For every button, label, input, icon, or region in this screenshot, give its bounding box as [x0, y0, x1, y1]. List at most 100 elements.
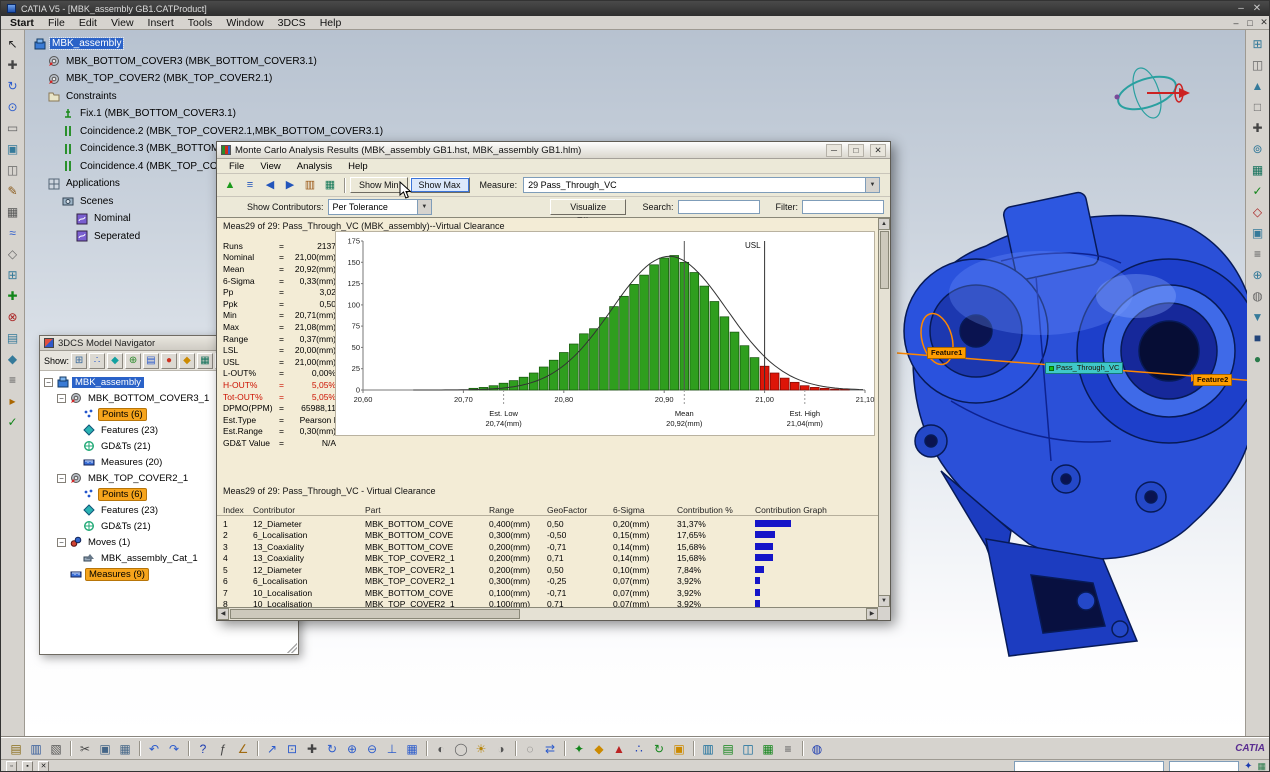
collapse-icon[interactable]: − [57, 474, 66, 483]
dialog-titlebar[interactable]: Monte Carlo Analysis Results (MBK_assemb… [217, 142, 890, 159]
open-folder-icon[interactable]: ▤ [7, 740, 25, 757]
chevron-down-icon[interactable]: ▼ [417, 200, 431, 214]
dcs-point-icon[interactable]: ∴ [630, 740, 648, 757]
table-row[interactable]: 112_DiameterMBK_BOTTOM_COVE0,400(mm)0,50… [217, 518, 878, 530]
menu-window[interactable]: Window [219, 17, 270, 29]
dialog-menu-file[interactable]: File [221, 161, 252, 172]
dcs-logic-icon[interactable]: ▣ [670, 740, 688, 757]
column-header[interactable]: GeoFactor [547, 505, 613, 515]
dcs-move-icon[interactable]: ✦ [570, 740, 588, 757]
sketch-icon[interactable]: ▣ [3, 138, 23, 159]
layers-icon[interactable]: ≡ [1248, 243, 1268, 264]
scroll-left-icon[interactable]: ◀ [217, 608, 229, 620]
table-row[interactable]: 313_CoaxialityMBK_BOTTOM_COVE0,200(mm)-0… [217, 541, 878, 553]
tree-item[interactable]: Fix.1 (MBK_BOTTOM_COVER3.1) [27, 105, 385, 123]
menu-edit[interactable]: Edit [72, 17, 104, 29]
dialog-menu-view[interactable]: View [252, 161, 288, 172]
collapse-icon[interactable]: − [44, 378, 53, 387]
dcs-options-icon[interactable]: ≡ [779, 740, 797, 757]
document-restore-button[interactable]: □ [1243, 18, 1257, 28]
expand-icon[interactable]: ⊕ [1248, 264, 1268, 285]
down-icon[interactable]: ▼ [1248, 306, 1268, 327]
scrollbar-thumb[interactable] [230, 609, 520, 619]
column-header[interactable]: Index [223, 505, 253, 515]
show-tolerances-icon[interactable]: ◆ [179, 353, 195, 369]
tree-item[interactable]: MBK_assembly [27, 35, 385, 53]
document-close-button[interactable]: ✕ [1257, 17, 1270, 28]
prev-measure-icon[interactable]: ◀ [261, 176, 279, 194]
cut-icon[interactable]: ✂ [76, 740, 94, 757]
column-header[interactable]: Contribution % [677, 505, 755, 515]
surface-icon[interactable]: ≈ [3, 222, 23, 243]
scroll-down-icon[interactable]: ▼ [878, 595, 890, 607]
column-header[interactable]: 6-Sigma [613, 505, 677, 515]
measure-list-icon[interactable]: ▤ [3, 327, 23, 348]
menu-help[interactable]: Help [313, 17, 349, 29]
column-header[interactable]: Range [489, 505, 547, 515]
angle-measure-icon[interactable]: ∠ [234, 740, 252, 757]
collapse-icon[interactable]: − [57, 394, 66, 403]
scroll-up-icon[interactable]: ▲ [878, 218, 890, 230]
tree-item[interactable]: MBK_TOP_COVER2 (MBK_TOP_COVER2.1) [27, 70, 385, 88]
select-icon[interactable]: ↖ [3, 33, 23, 54]
redo-icon[interactable]: ↷ [165, 740, 183, 757]
zoom-icon[interactable]: ⊙ [3, 96, 23, 117]
dialog-menu-help[interactable]: Help [340, 161, 376, 172]
child-restore-button[interactable]: ▫ [6, 761, 17, 772]
search-input[interactable] [678, 200, 760, 214]
depth-effect-icon[interactable]: ◑ [492, 740, 510, 757]
show-all-icon[interactable]: ⊞ [71, 353, 87, 369]
list-icon[interactable]: ≡ [3, 369, 23, 390]
show-views-icon[interactable]: ▦ [197, 353, 213, 369]
dialog-close-button[interactable]: ✕ [870, 144, 886, 157]
move-icon[interactable]: ✚ [1248, 117, 1268, 138]
menu-start[interactable]: Start [3, 17, 41, 29]
undo-icon[interactable]: ↶ [145, 740, 163, 757]
check-icon[interactable]: ✓ [1248, 180, 1268, 201]
shaded-view-icon[interactable]: ◐ [432, 740, 450, 757]
filter-input[interactable] [802, 200, 884, 214]
grid-icon[interactable]: ▦ [3, 201, 23, 222]
dcs-tolerance-icon[interactable]: ◆ [590, 740, 608, 757]
annotate-icon[interactable]: ✎ [3, 180, 23, 201]
up-assembly-icon[interactable]: ▲ [1248, 75, 1268, 96]
child-minimize-button[interactable]: ▪ [22, 761, 33, 772]
pan-icon[interactable]: ✚ [3, 54, 23, 75]
prompt-input[interactable] [1014, 761, 1164, 772]
rotate-icon[interactable]: ↻ [3, 75, 23, 96]
show-features-icon[interactable]: ◆ [107, 353, 123, 369]
command-icon[interactable]: ✦ [1244, 761, 1252, 772]
resize-grip[interactable] [287, 643, 297, 653]
rotate-view-icon[interactable]: ↻ [323, 740, 341, 757]
show-min-button[interactable]: Show Min [350, 177, 408, 193]
table-row[interactable]: 810_LocalisationMBK_TOP_COVER2_10,100(mm… [217, 599, 878, 608]
dialog-menu-analysis[interactable]: Analysis [289, 161, 340, 172]
next-measure-icon[interactable]: ▶ [281, 176, 299, 194]
help-icon[interactable]: ? [194, 740, 212, 757]
show-gdts-icon[interactable]: ⊕ [125, 353, 141, 369]
table-row[interactable]: 66_LocalisationMBK_TOP_COVER2_10,300(mm)… [217, 576, 878, 588]
sphere-icon[interactable]: ◍ [1248, 285, 1268, 306]
point-icon[interactable]: ● [1248, 348, 1268, 369]
grid-corner-icon[interactable]: ▦ [1257, 761, 1266, 772]
frame-icon[interactable]: ▭ [3, 117, 23, 138]
report-table-icon[interactable]: ▦ [321, 176, 339, 194]
vertical-scrollbar[interactable]: ▲ ▼ [878, 218, 890, 607]
scrollbar-thumb[interactable] [880, 231, 889, 289]
lighting-icon[interactable]: ☀ [472, 740, 490, 757]
solid-icon[interactable]: ■ [1248, 327, 1268, 348]
clash-icon[interactable]: ◇ [1248, 201, 1268, 222]
document-minimize-button[interactable]: – [1229, 18, 1243, 28]
table-row[interactable]: 512_DiameterMBK_TOP_COVER2_10,200(mm)0,5… [217, 564, 878, 576]
chevron-down-icon[interactable]: ▼ [865, 178, 879, 192]
wireframe-view-icon[interactable]: ◯ [452, 740, 470, 757]
fly-mode-icon[interactable]: ↗ [263, 740, 281, 757]
show-points-icon[interactable]: ∴ [89, 353, 105, 369]
show-moves-icon[interactable]: ● [161, 353, 177, 369]
paste-icon[interactable]: ▦ [116, 740, 134, 757]
dcs-contributor-icon[interactable]: ▤ [719, 740, 737, 757]
zoom-in-icon[interactable]: ⊕ [343, 740, 361, 757]
power-input[interactable] [1169, 761, 1239, 772]
wireframe-icon[interactable]: ◇ [3, 243, 23, 264]
print-icon[interactable]: ▧ [47, 740, 65, 757]
